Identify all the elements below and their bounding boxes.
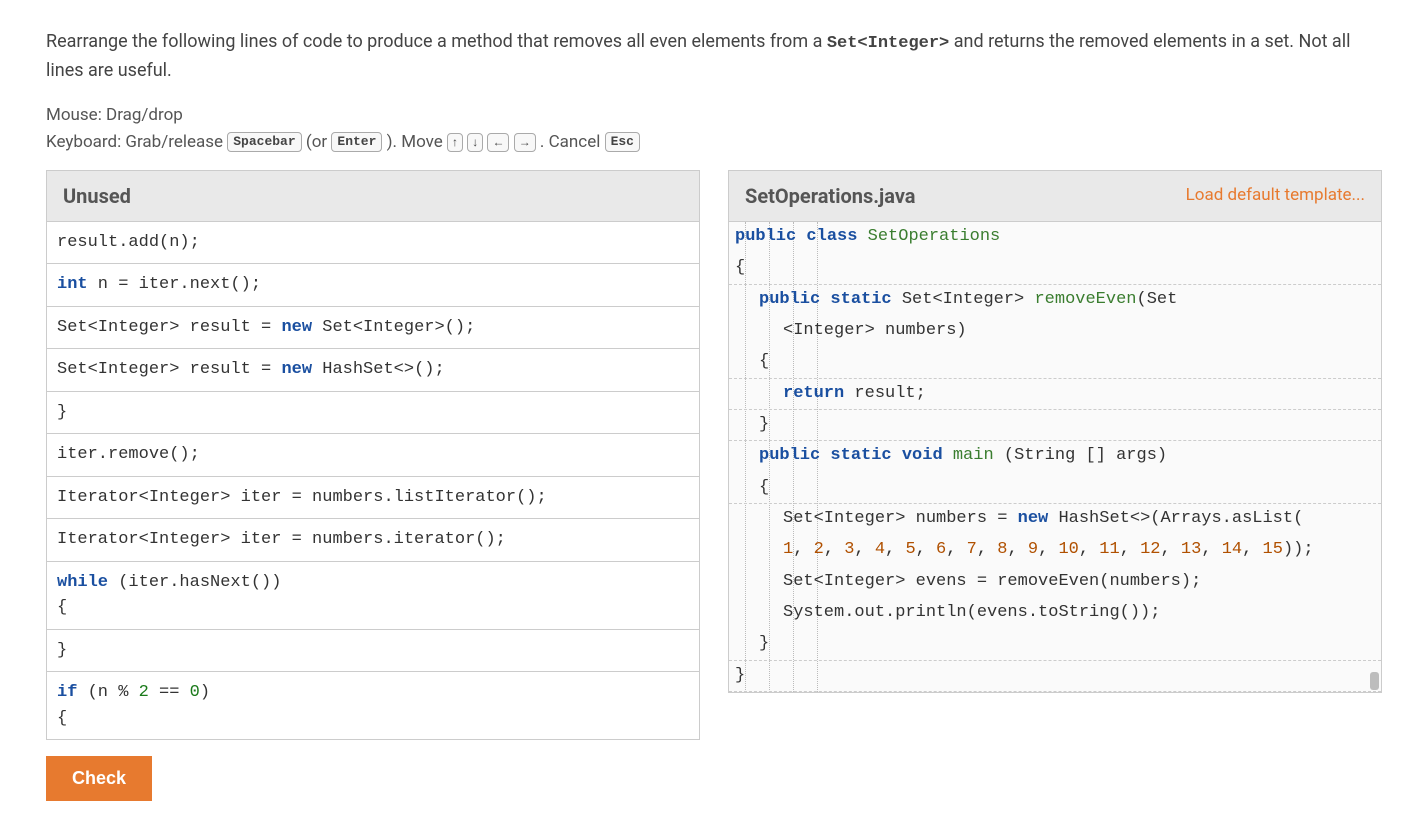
code-tile[interactable]: result.add(n); [47,222,699,265]
editor-line[interactable]: public class SetOperations [729,222,1381,253]
editor-line[interactable]: public static Set<Integer> removeEven(Se… [729,285,1381,316]
kbd-spacebar: Spacebar [227,132,301,152]
editor-title: SetOperations.java [745,181,916,211]
keyboard-hints: Mouse: Drag/drop Keyboard: Grab/release … [46,102,1382,156]
editor-line[interactable]: Set<Integer> numbers = new HashSet<>(Arr… [729,504,1381,535]
editor-line[interactable]: return result; [729,379,1381,410]
editor-line[interactable]: } [729,410,1381,441]
editor-line[interactable]: { [729,473,1381,504]
load-default-link[interactable]: Load default template... [1186,183,1365,209]
code-tile[interactable]: Iterator<Integer> iter = numbers.iterato… [47,519,699,562]
code-tile[interactable]: } [47,630,699,673]
code-editor[interactable]: public class SetOperations{public static… [728,222,1382,693]
scrollbar-thumb[interactable] [1370,672,1379,690]
editor-line[interactable]: public static void main (String [] args) [729,441,1381,472]
kbd-esc: Esc [605,132,640,152]
code-tile[interactable]: iter.remove(); [47,434,699,477]
kbd-down: ↓ [467,133,483,152]
code-tile[interactable]: Iterator<Integer> iter = numbers.listIte… [47,477,699,520]
code-tile[interactable]: int n = iter.next(); [47,264,699,307]
code-tile[interactable]: } [47,392,699,435]
kbd-enter: Enter [331,132,382,152]
editor-line[interactable]: 1, 2, 3, 4, 5, 6, 7, 8, 9, 10, 11, 12, 1… [729,535,1381,566]
editor-line[interactable]: System.out.println(evens.toString()); [729,598,1381,629]
code-tile[interactable]: while (iter.hasNext()) { [47,562,699,630]
editor-line[interactable]: { [729,347,1381,378]
kbd-left: ← [487,133,509,152]
code-tile[interactable]: if (n % 2 == 0) { [47,672,699,739]
unused-header: Unused [46,170,700,222]
instructions-text: Rearrange the following lines of code to… [46,28,1382,84]
check-button[interactable]: Check [46,756,152,801]
kbd-up: ↑ [447,133,463,152]
editor-line[interactable]: } [729,629,1381,660]
unused-tile-list[interactable]: result.add(n);int n = iter.next();Set<In… [46,222,700,741]
editor-line[interactable]: Set<Integer> evens = removeEven(numbers)… [729,567,1381,598]
code-tile[interactable]: Set<Integer> result = new HashSet<>(); [47,349,699,392]
editor-line[interactable]: } [729,661,1381,692]
hint-keyboard: Keyboard: Grab/release Spacebar (or Ente… [46,129,1382,156]
hint-mouse: Mouse: Drag/drop [46,102,1382,129]
editor-header: SetOperations.java Load default template… [728,170,1382,222]
unused-panel: Unused result.add(n);int n = iter.next()… [46,170,700,802]
editor-line[interactable]: { [729,253,1381,284]
code-tile[interactable]: Set<Integer> result = new Set<Integer>()… [47,307,699,350]
editor-panel: SetOperations.java Load default template… [728,170,1382,802]
kbd-right: → [514,133,536,152]
editor-line[interactable]: <Integer> numbers) [729,316,1381,347]
instructions-code: Set<Integer> [827,34,949,53]
